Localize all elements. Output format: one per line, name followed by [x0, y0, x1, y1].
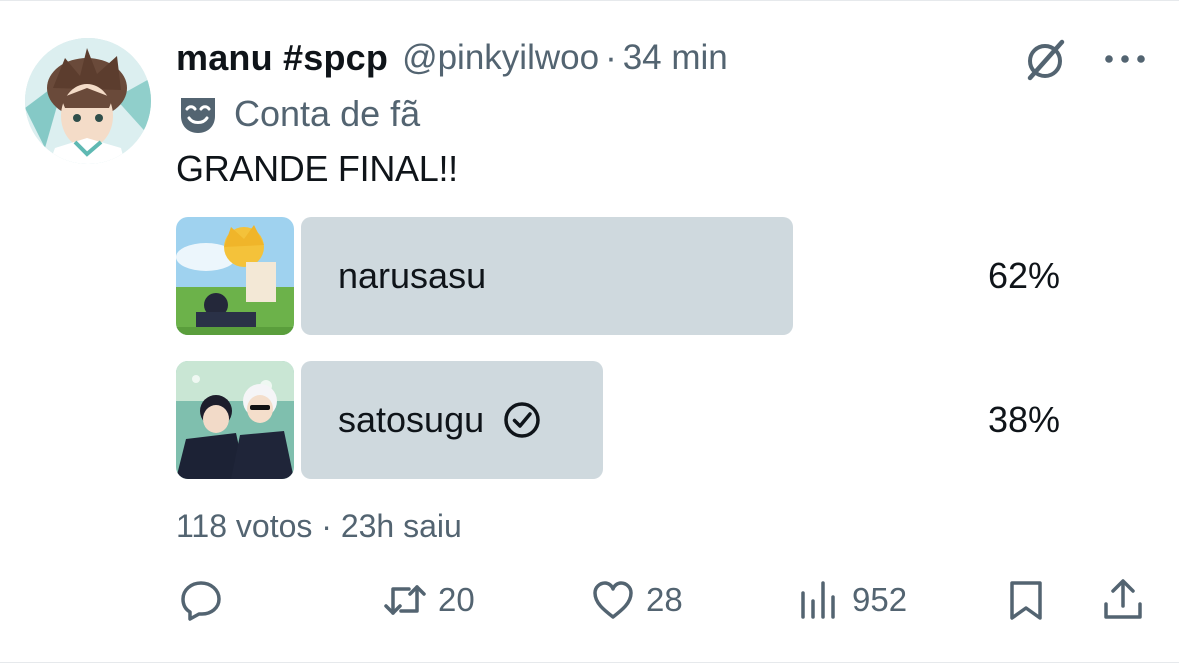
poll-option-image	[176, 361, 294, 479]
share-icon	[1104, 579, 1142, 619]
avatar[interactable]	[25, 38, 151, 164]
reply-button[interactable]	[178, 570, 234, 630]
poll-option-label: satosugu	[338, 361, 542, 479]
reply-icon	[181, 581, 221, 621]
avatar-image	[25, 38, 151, 164]
post-time[interactable]: 34 min	[623, 38, 728, 78]
top-divider	[0, 0, 1179, 1]
share-button[interactable]	[1100, 570, 1146, 630]
poll-meta: 118 votos · 23h saiu	[176, 508, 462, 544]
poll-option-1: narusasu 62%	[176, 217, 1060, 337]
separator-dot: ·	[605, 38, 617, 77]
mask-icon	[181, 98, 215, 133]
like-count: 28	[646, 581, 683, 618]
check-circle-icon	[504, 402, 540, 438]
display-name[interactable]: manu #spcp	[176, 37, 388, 79]
poll-option-image	[176, 217, 294, 335]
poll-option-percent: 38%	[987, 399, 1060, 440]
views-button[interactable]: 952	[796, 570, 907, 630]
views-count: 952	[852, 581, 908, 618]
bookmark-icon	[1010, 581, 1042, 620]
fan-account-label: Conta de fã	[234, 93, 421, 134]
post-text: GRANDE FINAL!!	[176, 148, 458, 189]
repost-icon	[384, 585, 426, 615]
heart-icon	[593, 581, 633, 619]
poll-option-percent: 62%	[987, 255, 1060, 296]
post-header: manu #spcp @pinkyilwoo · 34 min	[176, 36, 728, 80]
grok-icon[interactable]	[1020, 34, 1072, 86]
poll-option-label: narusasu	[338, 255, 487, 296]
bookmark-button[interactable]	[1003, 570, 1049, 630]
views-icon	[801, 581, 835, 619]
repost-button[interactable]: 20	[382, 570, 475, 630]
action-bar: 20 28 952	[0, 570, 1179, 630]
like-button[interactable]: 28	[590, 570, 683, 630]
user-handle[interactable]: @pinkyilwoo	[402, 38, 599, 78]
more-icon[interactable]	[1101, 44, 1149, 74]
poll-option-2: satosugu 38%	[176, 361, 1060, 481]
bottom-divider	[0, 662, 1179, 663]
fan-account-row: Conta de fã	[176, 92, 420, 136]
repost-count: 20	[438, 581, 475, 618]
